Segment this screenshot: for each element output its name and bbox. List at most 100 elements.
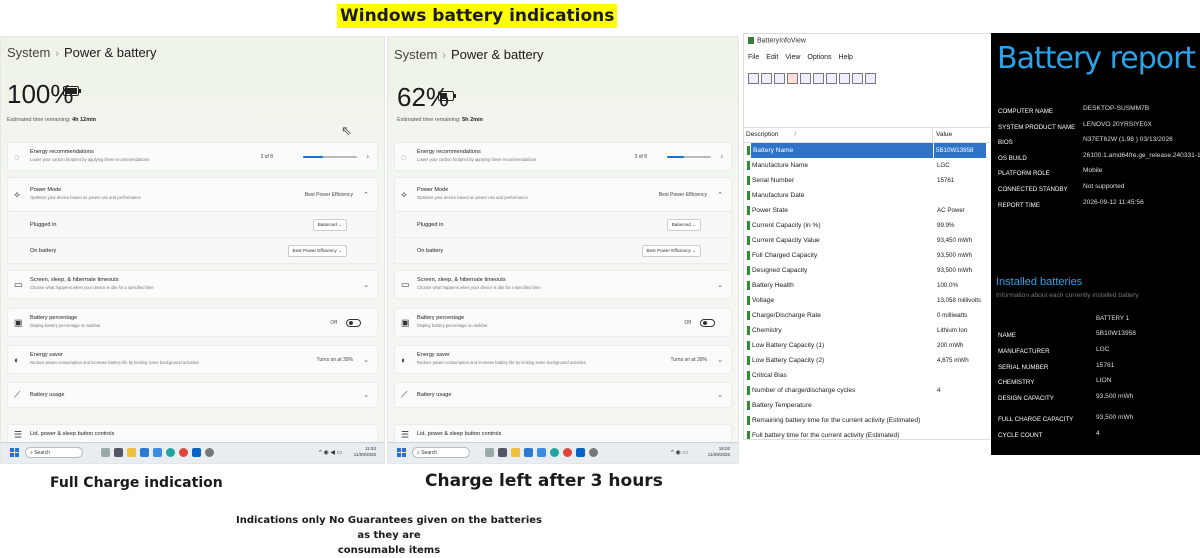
clock[interactable]: 18:02 11/09/2026	[708, 446, 730, 458]
monitor-icon: ▭	[14, 279, 23, 289]
start-icon[interactable]	[10, 448, 19, 457]
settings-gear-icon[interactable]	[205, 448, 214, 457]
screen-sleep-row[interactable]: ▭ Screen, sleep, & hibernate timeouts Ch…	[394, 270, 732, 299]
widgets-icon[interactable]	[101, 448, 110, 457]
task-view-icon[interactable]	[114, 448, 123, 457]
chevron-up-icon[interactable]: ⌃	[717, 191, 723, 199]
mail-icon[interactable]	[153, 448, 162, 457]
energy-recommendations-row[interactable]: ◌ Energy recommendations Lower your carb…	[7, 142, 378, 171]
mail-icon[interactable]	[537, 448, 546, 457]
property-row[interactable]: Full Charged Capacity 93,500 mWh	[744, 248, 992, 263]
toolbar-icon[interactable]	[761, 73, 772, 85]
store-icon[interactable]	[524, 448, 533, 457]
chevron-up-icon[interactable]: ⌃	[363, 191, 369, 199]
property-row[interactable]: Low Battery Capacity (2) 4,675 mWh	[744, 353, 992, 368]
report-value: Not supported	[1083, 183, 1125, 190]
tray-icons[interactable]: ^ ◉ ◀ ▭	[319, 449, 342, 456]
outlook-icon[interactable]	[192, 448, 201, 457]
property-row[interactable]: Battery Name 5B10W13958	[744, 143, 992, 158]
settings-gear-icon[interactable]	[589, 448, 598, 457]
tray-icons[interactable]: ^ ◉ ▭	[671, 449, 688, 456]
property-row[interactable]: Remaining battery time for the current a…	[744, 413, 992, 428]
row-title: Battery percentage	[30, 315, 78, 321]
edge-icon[interactable]	[550, 448, 559, 457]
clock[interactable]: 11:53 11/09/2026	[354, 446, 376, 458]
file-explorer-icon[interactable]	[511, 448, 520, 457]
screen-sleep-row[interactable]: ▭ Screen, sleep, & hibernate timeouts Ch…	[7, 270, 378, 299]
menu-file[interactable]: File	[748, 54, 759, 61]
energy-saver-value: Turns on at 30%	[670, 356, 707, 363]
property-row[interactable]: Low Battery Capacity (1) 200 mWh	[744, 338, 992, 353]
property-row[interactable]: Manufacture Name LGC	[744, 158, 992, 173]
menu-help[interactable]: Help	[839, 54, 853, 61]
report-value: 26100.1.amd64fre.ge_release.240331-1435	[1083, 152, 1200, 159]
toolbar-icon[interactable]	[852, 73, 863, 85]
outlook-icon[interactable]	[576, 448, 585, 457]
energy-saver-row[interactable]: ◐ Energy saver Reduce power consumption …	[7, 345, 378, 374]
battery-percentage-toggle[interactable]	[346, 318, 361, 327]
chrome-icon[interactable]	[563, 448, 572, 457]
taskbar-search[interactable]: ⌕ Search	[412, 447, 470, 458]
property-row[interactable]: Battery Health 100.0%	[744, 278, 992, 293]
copy-icon[interactable]	[813, 73, 824, 85]
start-icon[interactable]	[397, 448, 406, 457]
power-mode-row[interactable]: ⟡ Power Mode Optimize your device based …	[7, 177, 378, 212]
breadcrumb-parent[interactable]: System	[394, 47, 437, 62]
edge-icon[interactable]	[166, 448, 175, 457]
taskbar-search[interactable]: ⌕ Search	[25, 447, 83, 458]
on-battery-dropdown[interactable]: Best Power Efficiency ⌄	[287, 244, 347, 257]
toolbar-icon[interactable]	[839, 73, 850, 85]
menu-bar: File Edit View Options Help	[748, 54, 860, 61]
plugged-in-dropdown[interactable]: Balanced ⌄	[666, 218, 701, 231]
property-row[interactable]: Manufacture Date	[744, 188, 992, 203]
exit-icon[interactable]	[865, 73, 876, 85]
property-row[interactable]: Number of charge/discharge cycles 4	[744, 383, 992, 398]
property-row[interactable]: Serial Number 15761	[744, 173, 992, 188]
est-label: Estimated time remaining:	[397, 117, 461, 123]
widgets-icon[interactable]	[485, 448, 494, 457]
power-mode-row[interactable]: ⟡ Power Mode Optimize your device based …	[394, 177, 732, 212]
store-icon[interactable]	[140, 448, 149, 457]
property-row[interactable]: Power State AC Power	[744, 203, 992, 218]
toolbar-icon[interactable]	[826, 73, 837, 85]
property-row[interactable]: Current Capacity (in %) 99.9%	[744, 218, 992, 233]
battery-key: SERIAL NUMBER	[998, 364, 1049, 371]
menu-edit[interactable]: Edit	[766, 54, 778, 61]
monitor-icon: ▭	[401, 279, 410, 289]
save-icon[interactable]	[800, 73, 811, 85]
battery-row-icon	[747, 251, 750, 260]
property-value: 100.0%	[937, 282, 958, 289]
menu-view[interactable]: View	[785, 54, 800, 61]
task-view-icon[interactable]	[498, 448, 507, 457]
col-value[interactable]: Value	[936, 131, 952, 138]
file-explorer-icon[interactable]	[127, 448, 136, 457]
caption-full-charge: Full Charge indication	[50, 475, 223, 491]
menu-options[interactable]: Options	[807, 54, 831, 61]
report-value: DESKTOP-SUSMM7B	[1083, 105, 1150, 112]
property-row[interactable]: Charge/Discharge Rate 0 milliwatts	[744, 308, 992, 323]
battery-row-icon	[747, 296, 750, 305]
report-key: BIOS	[998, 139, 1013, 146]
toolbar-icon[interactable]	[748, 73, 759, 85]
toolbar-icon[interactable]	[774, 73, 785, 85]
breadcrumb-parent[interactable]: System	[7, 45, 50, 60]
col-description[interactable]: Description /	[746, 131, 796, 138]
property-row[interactable]: Critical Bias	[744, 368, 992, 383]
battery-usage-row[interactable]: ⟋ Battery usage ⌄	[7, 382, 378, 408]
close-icon[interactable]	[787, 73, 798, 85]
battery-percentage-row: ▣ Battery percentage Display battery per…	[394, 308, 732, 337]
on-battery-dropdown[interactable]: Best Power Efficiency ⌄	[641, 244, 701, 257]
energy-recommendations-row[interactable]: ◌ Energy recommendations Lower your carb…	[394, 142, 732, 171]
property-row[interactable]: Chemistry Lithium Ion	[744, 323, 992, 338]
property-row[interactable]: Voltage 13,058 millivolts	[744, 293, 992, 308]
property-row[interactable]: Battery Temperature	[744, 398, 992, 413]
property-row[interactable]: Full battery time for the current activi…	[744, 428, 992, 439]
property-row[interactable]: Designed Capacity 93,500 mWh	[744, 263, 992, 278]
battery-percentage-toggle[interactable]	[700, 318, 715, 327]
property-row[interactable]: Current Capacity Value 93,450 mWh	[744, 233, 992, 248]
plugged-in-dropdown[interactable]: Balanced ⌄	[312, 218, 347, 231]
property-name: Critical Bias	[752, 372, 787, 379]
energy-saver-row[interactable]: ◐ Energy saver Reduce power consumption …	[394, 345, 732, 374]
battery-usage-row[interactable]: ⟋ Battery usage ⌄	[394, 382, 732, 408]
chrome-icon[interactable]	[179, 448, 188, 457]
